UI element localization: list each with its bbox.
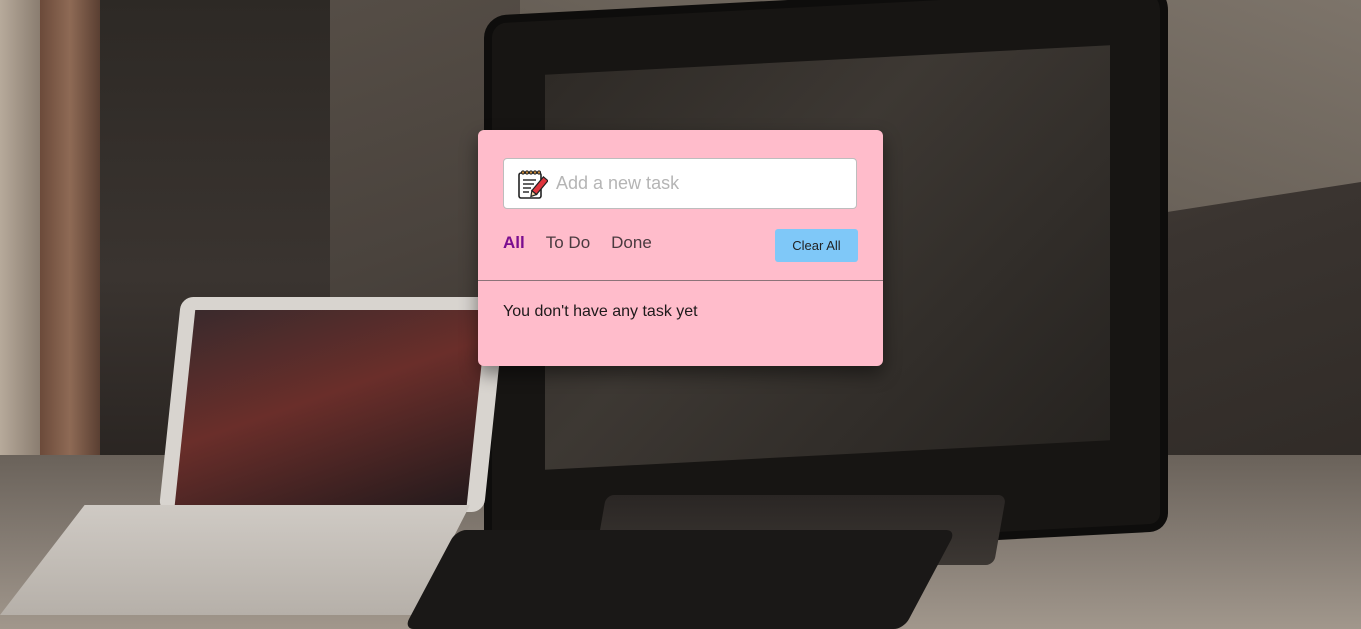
task-input[interactable]	[556, 159, 846, 208]
divider	[478, 280, 883, 281]
filter-done[interactable]: Done	[611, 233, 652, 253]
todo-card: All To Do Done Clear All You don't have …	[478, 130, 883, 366]
curtain	[40, 0, 100, 460]
task-input-wrapper[interactable]	[503, 158, 857, 209]
filter-tabs: All To Do Done	[503, 233, 652, 253]
clear-all-button[interactable]: Clear All	[775, 229, 858, 262]
laptop-display	[174, 310, 488, 505]
filter-todo[interactable]: To Do	[546, 233, 590, 253]
empty-state-message: You don't have any task yet	[503, 303, 698, 320]
keyboard	[403, 530, 957, 629]
filter-all[interactable]: All	[503, 233, 525, 253]
notepad-icon	[518, 170, 548, 199]
